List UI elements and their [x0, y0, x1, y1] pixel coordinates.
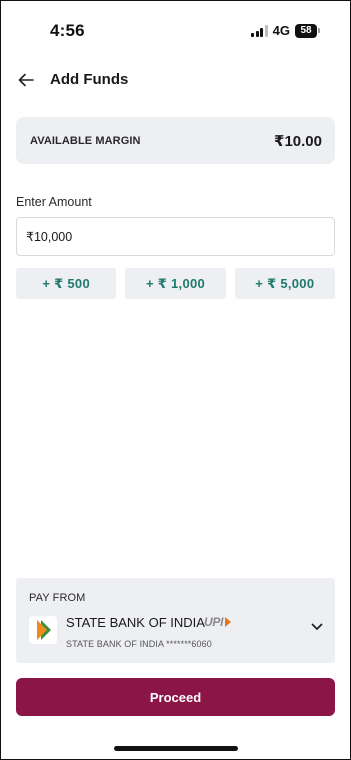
margin-value: ₹10.00 — [274, 132, 322, 150]
app-screen: 4:56 4G 58 Add Funds AVAILABLE MARGIN ₹1… — [0, 0, 351, 760]
add-1000-button[interactable]: + ₹ 1,000 — [125, 268, 226, 299]
home-indicator — [114, 746, 238, 751]
amount-label: Enter Amount — [16, 195, 92, 209]
upi-logo-text: UPI — [204, 615, 224, 629]
signal-icon — [251, 24, 268, 37]
proceed-button[interactable]: Proceed — [16, 678, 335, 716]
add-5000-button[interactable]: + ₹ 5,000 — [234, 268, 335, 299]
chevron-down-icon[interactable] — [309, 620, 325, 634]
status-time: 4:56 — [50, 21, 85, 40]
available-margin-card: AVAILABLE MARGIN ₹10.00 — [16, 117, 335, 164]
status-indicators: 4G 58 — [251, 23, 320, 38]
page-title: Add Funds — [50, 71, 129, 88]
network-type: 4G — [272, 23, 290, 38]
amount-input[interactable] — [16, 217, 335, 256]
upi-bank-logo-icon — [29, 616, 57, 644]
pay-from-panel: PAY FROM STATE BANK OF INDIA UPI STATE B… — [16, 578, 335, 663]
margin-label: AVAILABLE MARGIN — [30, 134, 141, 147]
bank-account: STATE BANK OF INDIA *******6060 — [66, 639, 212, 649]
battery-icon: 58 — [295, 23, 320, 38]
header: Add Funds — [1, 63, 350, 97]
upi-logo-icon: UPI — [204, 615, 232, 629]
back-arrow-icon[interactable] — [13, 68, 39, 92]
pay-from-label: PAY FROM — [29, 592, 86, 604]
status-bar: 4:56 4G 58 — [1, 1, 350, 63]
bank-name: STATE BANK OF INDIA — [66, 615, 205, 630]
quick-add-row: + ₹ 500 + ₹ 1,000 + ₹ 5,000 — [16, 268, 335, 299]
battery-level: 58 — [295, 23, 317, 38]
bank-selector[interactable]: STATE BANK OF INDIA UPI STATE BANK OF IN… — [16, 612, 335, 652]
add-500-button[interactable]: + ₹ 500 — [16, 268, 117, 299]
